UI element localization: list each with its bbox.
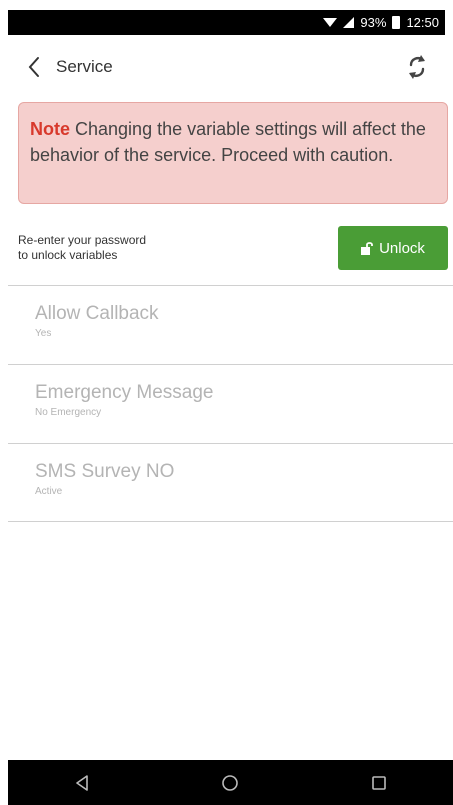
variable-name: Allow Callback <box>35 303 159 324</box>
variable-value: Active <box>35 486 63 497</box>
wifi-icon <box>323 17 338 28</box>
unlock-button-label: Unlock <box>379 239 425 257</box>
signal-icon <box>343 17 355 28</box>
battery-icon <box>392 16 401 29</box>
unlock-prompt-line-1: Re-enter your password <box>18 233 147 247</box>
triangle-back-icon <box>76 774 88 791</box>
nav-home-button[interactable] <box>215 768 245 798</box>
variables-list: Allow Callback Yes Emergency Message No … <box>8 285 453 522</box>
note-label: Note <box>30 119 70 139</box>
variable-item-emergency-message[interactable]: Emergency Message No Emergency <box>8 364 453 443</box>
page-title: Service <box>56 57 113 76</box>
refresh-button[interactable] <box>401 51 433 83</box>
variable-value: Yes <box>35 328 52 339</box>
chevron-left-icon <box>28 57 39 77</box>
nav-recents-button[interactable] <box>364 768 394 798</box>
refresh-icon <box>409 55 425 79</box>
circle-home-icon <box>222 774 239 791</box>
status-bar: 93% 12:50 <box>8 10 445 35</box>
unlock-icon <box>361 242 373 255</box>
note-text: Changing the variable settings will affe… <box>30 119 426 165</box>
nav-back-button[interactable] <box>67 768 97 798</box>
variable-item-allow-callback[interactable]: Allow Callback Yes <box>8 285 453 364</box>
unlock-button[interactable]: Unlock <box>338 226 448 270</box>
unlock-row: Re-enter your password to unlock variabl… <box>18 220 448 276</box>
variable-name: SMS Survey NO <box>35 461 175 482</box>
battery-percent: 93% <box>360 15 387 30</box>
unlock-prompt: Re-enter your password to unlock variabl… <box>18 233 218 263</box>
back-button[interactable] <box>20 53 48 81</box>
variable-item-sms-survey-no[interactable]: SMS Survey NO Active <box>8 443 453 522</box>
square-recents-icon <box>372 775 386 790</box>
app-bar: Service <box>8 36 445 98</box>
variable-value: No Emergency <box>35 407 102 418</box>
unlock-prompt-line-2: to unlock variables <box>18 248 118 262</box>
navigation-bar <box>8 760 453 805</box>
variable-name: Emergency Message <box>35 382 214 403</box>
warning-note: Note Changing the variable settings will… <box>18 102 448 204</box>
clock: 12:50 <box>406 15 439 30</box>
